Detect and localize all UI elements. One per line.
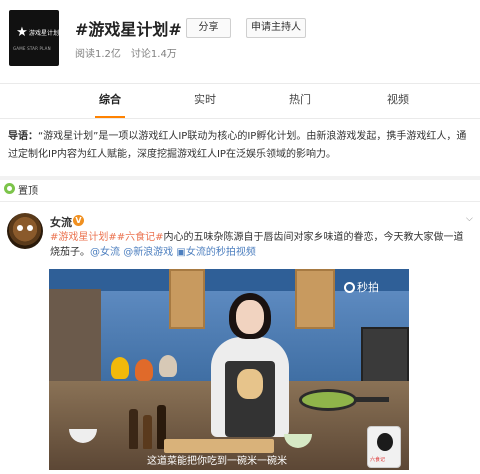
video-bottle [129, 409, 138, 449]
chevron-down-icon[interactable]: ⌵ [466, 214, 473, 224]
video-toy [111, 357, 129, 379]
tab-comprehensive[interactable]: 综合 [85, 84, 135, 118]
tab-video[interactable]: 视频 [373, 84, 423, 118]
video-cutting-board [164, 439, 274, 453]
apply-host-button[interactable]: 申请主持人 [246, 18, 306, 38]
intro-text: “游戏星计划”是一项以游戏红人IP联动为核心的IP孵化计划。由新浪游戏发起，携手… [8, 131, 467, 160]
pinned-label: 置顶 [18, 186, 38, 197]
avatar-eye [17, 225, 23, 231]
verified-icon: V [73, 215, 84, 226]
avatar-eye [27, 225, 33, 231]
section-divider [0, 176, 480, 180]
active-tab-indicator [95, 116, 125, 118]
video-link[interactable]: 女流的秒拍视频 [186, 247, 256, 258]
video-cabinet [169, 269, 205, 329]
tab-hot[interactable]: 热门 [275, 84, 325, 118]
video-host-face [236, 300, 264, 334]
topic-intro: 导语：“游戏星计划”是一项以游戏红人IP联动为核心的IP孵化计划。由新浪游戏发起… [8, 128, 472, 164]
tab-label: 热门 [289, 93, 311, 106]
page-title: #游戏星计划# [75, 20, 182, 39]
avatar[interactable] [7, 213, 43, 249]
tab-label: 视频 [387, 93, 409, 106]
tab-realtime[interactable]: 实时 [180, 84, 230, 118]
mention-link[interactable]: @女流 [90, 247, 120, 258]
tab-label: 综合 [99, 93, 121, 106]
star-icon: ★ [16, 25, 28, 40]
miaopai-logo-icon [344, 282, 355, 293]
author-name[interactable]: 女流 [50, 214, 72, 230]
intro-lead: 导语： [8, 131, 38, 142]
discussion-count: 讨论1.4万 [130, 49, 177, 60]
post-body: #游戏星计划##六食记#内心的五味杂陈源自于唇齿间对家乡味道的眷恋，今天教大家做… [50, 230, 468, 260]
topic-logo: ★ 游戏星计划 GAME STAR PLAN [9, 10, 59, 66]
tab-bar: 综合 实时 热门 视频 [0, 83, 480, 119]
video-link-icon[interactable]: ▣ [176, 247, 185, 258]
badge-text: 六食记 [370, 457, 386, 463]
watermark-text: 秒拍 [357, 281, 379, 294]
topic-stats: 阅读1.2亿 讨论1.4万 [75, 45, 177, 60]
video-bottle [143, 415, 152, 449]
hashtag-link[interactable]: #六食记# [117, 232, 164, 243]
read-count: 阅读1.2亿 [75, 49, 121, 60]
video-corner-badge: 六食记 [367, 426, 401, 468]
pin-icon [4, 183, 15, 194]
video-pan [299, 389, 357, 411]
video-watermark: 秒拍 [344, 279, 379, 295]
video-toy [135, 359, 153, 381]
logo-subtext: GAME STAR PLAN [13, 46, 51, 51]
video-cabinet [295, 269, 335, 329]
mention-link[interactable]: @新浪游戏 [123, 247, 173, 258]
share-button[interactable]: 分享 [186, 18, 231, 38]
hashtag-link[interactable]: #游戏星计划# [50, 232, 117, 243]
video-toy [159, 355, 177, 377]
topic-header: ★ 游戏星计划 GAME STAR PLAN #游戏星计划# 分享 申请主持人 … [0, 0, 480, 82]
video-subtitle: 这道菜能把你吃到一碗米一碗米 [147, 456, 287, 467]
tab-label: 实时 [194, 93, 216, 106]
logo-text: 游戏星计划 [29, 30, 60, 37]
video-apron-print [237, 369, 263, 399]
divider [0, 201, 480, 202]
badge-avatar-icon [377, 433, 393, 451]
video-thumbnail[interactable]: 秒拍 六食记 这道菜能把你吃到一碗米一碗米 [49, 269, 409, 470]
